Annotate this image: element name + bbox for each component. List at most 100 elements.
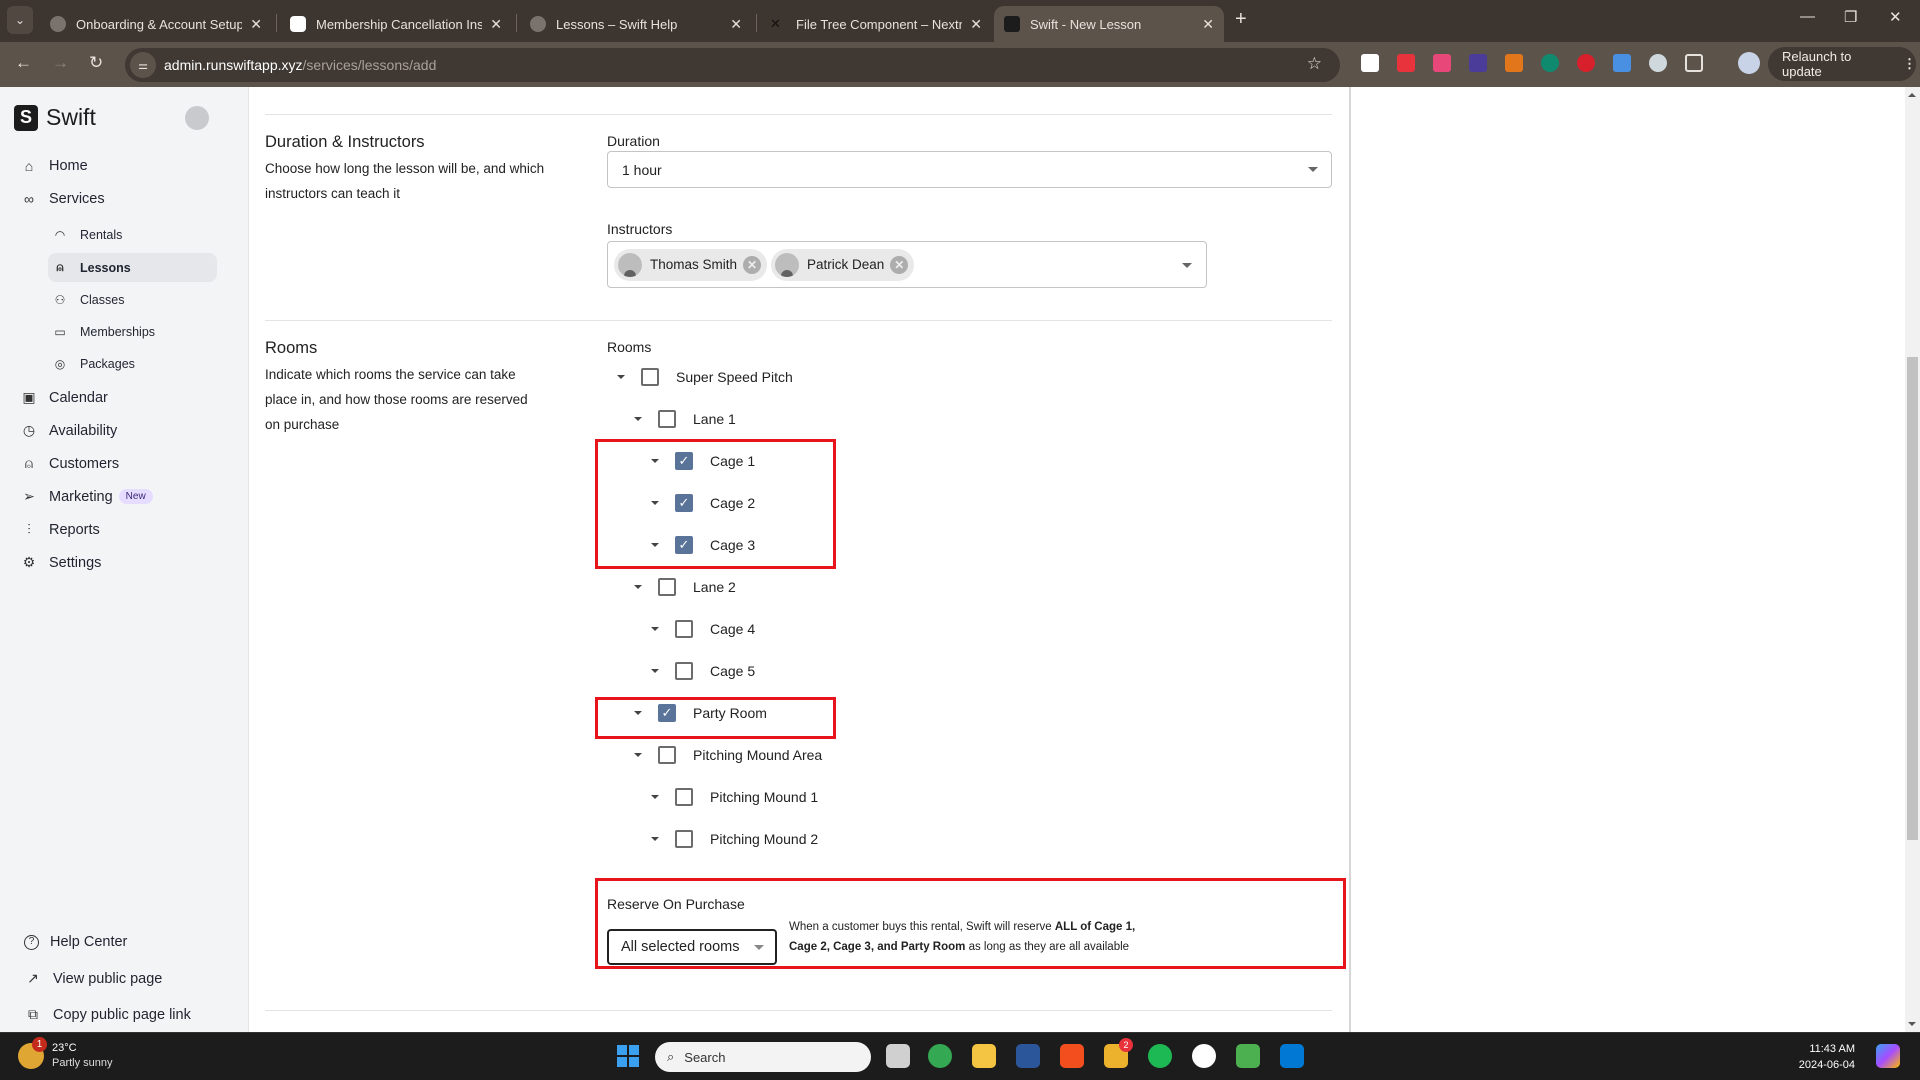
tab-search-button[interactable]: ⌄: [7, 6, 33, 34]
slack-icon[interactable]: 2: [1104, 1038, 1133, 1068]
sidebar-item-availability[interactable]: ◷ Availability: [20, 422, 117, 439]
sidebar-item-home[interactable]: ⌂ Home: [20, 158, 88, 174]
sidebar-item-rentals[interactable]: ◠ Rentals: [48, 220, 217, 249]
room-checkbox[interactable]: [658, 578, 676, 596]
sourcetree-icon[interactable]: [1236, 1044, 1260, 1068]
spotify-icon[interactable]: [1148, 1044, 1172, 1068]
windows-start-icon[interactable]: [617, 1045, 639, 1067]
sidebar-item-settings[interactable]: ⚙ Settings: [20, 554, 102, 571]
vscode-icon[interactable]: [1280, 1044, 1304, 1068]
room-tree-item[interactable]: Pitching Mound 1: [651, 783, 818, 811]
browser-tab[interactable]: Onboarding & Account Setup – ✕: [40, 6, 272, 42]
sidebar-item-reports[interactable]: ⫶ Reports: [20, 521, 100, 538]
restore-icon[interactable]: ❐: [1844, 8, 1857, 26]
figma-icon[interactable]: [1060, 1044, 1084, 1068]
close-tab-icon[interactable]: ✕: [1202, 16, 1214, 33]
close-tab-icon[interactable]: ✕: [250, 16, 262, 33]
room-checkbox[interactable]: [675, 620, 693, 638]
more-vertical-icon[interactable]: ⋮: [1903, 56, 1916, 72]
close-tab-icon[interactable]: ✕: [730, 16, 742, 33]
profile-avatar[interactable]: [1738, 52, 1760, 74]
reload-icon[interactable]: ↻: [89, 53, 103, 73]
bookmark-star-icon[interactable]: ☆: [1307, 54, 1322, 74]
dropdown-arrow-icon[interactable]: [1182, 263, 1192, 268]
puzzle-pink-extension-icon[interactable]: [1433, 54, 1451, 72]
monday-icon[interactable]: [1192, 1044, 1216, 1068]
help-center-link[interactable]: ? Help Center: [24, 934, 127, 950]
duration-select[interactable]: 1 hour: [607, 151, 1332, 188]
sidebar-item-classes[interactable]: ⚇ Classes: [48, 285, 217, 314]
relaunch-to-update-button[interactable]: Relaunch to update ⋮: [1768, 47, 1916, 81]
word-icon[interactable]: [1016, 1044, 1040, 1068]
copy-public-page-link[interactable]: ⧉ Copy public page link: [24, 1006, 191, 1023]
minimize-icon[interactable]: —: [1800, 8, 1815, 25]
sidebar-item-customers[interactable]: ⍝ Customers: [20, 455, 119, 472]
expand-caret-icon[interactable]: [651, 795, 659, 799]
room-tree-item[interactable]: Cage 4: [651, 615, 755, 643]
room-checkbox[interactable]: [675, 830, 693, 848]
browser-tab-active[interactable]: Swift - New Lesson ✕: [994, 6, 1224, 42]
printer-extension-icon[interactable]: [1469, 54, 1487, 72]
room-tree-item[interactable]: Cage 5: [651, 657, 755, 685]
instructors-multiselect[interactable]: Thomas Smith ✕ Patrick Dean ✕: [607, 241, 1207, 288]
address-bar[interactable]: ⚌ admin.runswiftapp.xyz/services/lessons…: [125, 48, 1340, 82]
back-icon[interactable]: ←: [15, 53, 32, 73]
brand-logo[interactable]: S Swift: [14, 104, 96, 131]
blue-square-extension-icon[interactable]: [1613, 54, 1631, 72]
expand-caret-icon[interactable]: [651, 669, 659, 673]
lock-extension-icon[interactable]: [1649, 54, 1667, 72]
new-tab-button[interactable]: +: [1235, 8, 1247, 31]
expand-caret-icon[interactable]: [617, 375, 625, 379]
window-close-icon[interactable]: ✕: [1889, 8, 1902, 26]
sidebar-item-memberships[interactable]: ▭ Memberships: [48, 317, 217, 346]
tp-extension-icon[interactable]: [1397, 54, 1415, 72]
taskbar-search[interactable]: ⌕ Search: [655, 1042, 871, 1072]
room-checkbox[interactable]: [675, 788, 693, 806]
sidebar-item-packages[interactable]: ◎ Packages: [48, 349, 217, 378]
remove-chip-icon[interactable]: ✕: [890, 255, 909, 274]
view-public-page-link[interactable]: ↗ View public page: [24, 970, 162, 987]
sidebar-item-lessons[interactable]: ⍝ Lessons: [48, 253, 217, 282]
room-tree-item[interactable]: Lane 2: [634, 573, 736, 601]
mcafee-extension-icon[interactable]: [1361, 54, 1379, 72]
room-tree-item[interactable]: Pitching Mound Area: [634, 741, 822, 769]
room-tree-item[interactable]: Pitching Mound 2: [651, 825, 818, 853]
room-checkbox[interactable]: [675, 662, 693, 680]
room-checkbox[interactable]: [641, 368, 659, 386]
room-tree-item[interactable]: Super Speed Pitch: [617, 363, 793, 391]
expand-caret-icon[interactable]: [634, 585, 642, 589]
close-tab-icon[interactable]: ✕: [490, 16, 502, 33]
grammarly-extension-icon[interactable]: [1541, 54, 1559, 72]
scroll-down-arrow-icon[interactable]: [1908, 1022, 1916, 1026]
browser-tab[interactable]: ✕ File Tree Component – Nextra ✕: [760, 6, 992, 42]
sidebar-item-services[interactable]: ∞ Services: [20, 191, 105, 207]
task-view-icon[interactable]: [886, 1044, 910, 1068]
weather-widget[interactable]: 1 23°C Partly sunny: [18, 1037, 113, 1071]
scrollbar-thumb[interactable]: [1907, 357, 1918, 840]
file-explorer-icon[interactable]: [972, 1044, 996, 1068]
expand-caret-icon[interactable]: [651, 627, 659, 631]
sidebar-item-calendar[interactable]: ▣ Calendar: [20, 389, 107, 406]
expand-caret-icon[interactable]: [634, 417, 642, 421]
room-checkbox[interactable]: [658, 410, 676, 428]
reserve-on-purchase-select[interactable]: All selected rooms: [607, 929, 777, 965]
close-tab-icon[interactable]: ✕: [970, 16, 982, 33]
extensions-puzzle-icon[interactable]: [1685, 54, 1703, 72]
system-clock[interactable]: 11:43 AM 2024-06-04: [1795, 1041, 1855, 1073]
adblock-plus-extension-icon[interactable]: [1577, 54, 1595, 72]
expand-caret-icon[interactable]: [651, 837, 659, 841]
scroll-up-arrow-icon[interactable]: [1908, 93, 1916, 97]
page-scrollbar[interactable]: [1905, 87, 1920, 1032]
room-tree-item[interactable]: Lane 1: [634, 405, 736, 433]
browser-tab[interactable]: Lessons – Swift Help ✕: [520, 6, 752, 42]
forward-icon[interactable]: →: [52, 53, 69, 73]
room-checkbox[interactable]: [658, 746, 676, 764]
browser-tab[interactable]: Membership Cancellation Instru ✕: [280, 6, 512, 42]
user-avatar[interactable]: [185, 106, 209, 130]
chrome-icon[interactable]: [928, 1044, 952, 1068]
copilot-icon[interactable]: [1876, 1044, 1900, 1068]
remove-chip-icon[interactable]: ✕: [743, 255, 762, 274]
metamask-extension-icon[interactable]: [1505, 54, 1523, 72]
site-settings-icon[interactable]: ⚌: [130, 52, 156, 78]
expand-caret-icon[interactable]: [634, 753, 642, 757]
